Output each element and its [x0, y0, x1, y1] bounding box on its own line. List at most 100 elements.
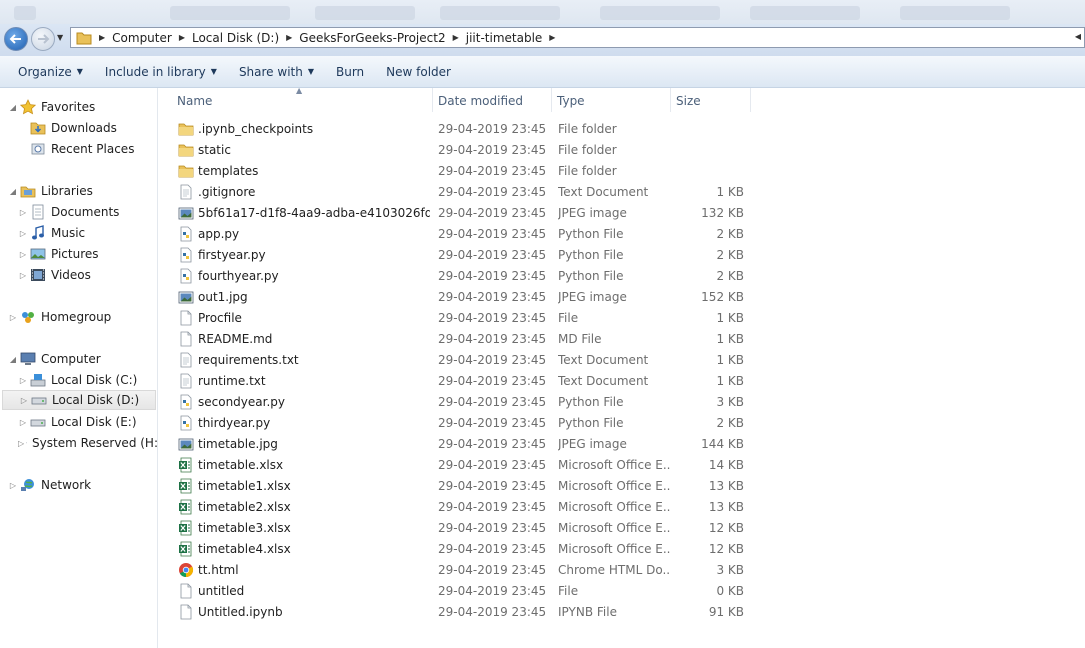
file-row[interactable]: thirdyear.py 29-04-2019 23:45 Python File 2… [160, 413, 760, 434]
include-in-library-button[interactable]: Include in library ▼ [94, 65, 228, 79]
file-row[interactable]: 5bf61a17-d1f8-4aa9-adba-e4103026fdae.j..… [160, 203, 760, 224]
file-row[interactable]: timetable2.xlsx 29-04-2019 23:45 Microsoft… [160, 497, 760, 518]
nav-documents[interactable]: ▷ Documents [18, 202, 119, 222]
file-row[interactable]: app.py 29-04-2019 23:45 Python File 2 KB [160, 224, 760, 245]
column-header-type-label: Type [557, 94, 585, 108]
file-type: Text Document [558, 185, 649, 199]
text-file-icon [180, 373, 192, 389]
file-list[interactable]: Name ▲ Date modified Type Size .ipynb_ch… [160, 86, 1085, 648]
expand-arrow-icon[interactable]: ▷ [18, 376, 28, 385]
expand-arrow-icon[interactable]: ▷ [18, 208, 28, 217]
file-row[interactable]: timetable3.xlsx 29-04-2019 23:45 Microsoft… [160, 518, 760, 539]
nav-local-disk-d[interactable]: ▷ Local Disk (D:) [2, 390, 156, 410]
file-date: 29-04-2019 23:45 [438, 416, 547, 430]
blank-file-icon [180, 331, 192, 347]
file-name: static [198, 143, 231, 157]
nav-network[interactable]: ▷ Network [8, 475, 91, 495]
column-header-size[interactable]: Size [671, 88, 751, 112]
recent-pages-dropdown[interactable]: ▼ [57, 33, 67, 43]
excel-file-icon [179, 499, 192, 515]
file-row[interactable]: firstyear.py 29-04-2019 23:45 Python File 2… [160, 245, 760, 266]
file-row[interactable]: templates 29-04-2019 23:45 File folder [160, 161, 760, 182]
file-row[interactable]: untitled 29-04-2019 23:45 File 0 KB [160, 581, 760, 602]
file-type: Text Document [558, 353, 649, 367]
file-row[interactable]: timetable.xlsx 29-04-2019 23:45 Microsoft … [160, 455, 760, 476]
forward-button[interactable] [31, 27, 55, 51]
back-button[interactable] [4, 27, 28, 51]
file-name: 5bf61a17-d1f8-4aa9-adba-e4103026fdae.j..… [198, 206, 430, 220]
file-row[interactable]: static 29-04-2019 23:45 File folder [160, 140, 760, 161]
share-with-button[interactable]: Share with ▼ [228, 65, 325, 79]
breadcrumb-computer[interactable]: Computer [112, 31, 172, 45]
file-date: 29-04-2019 23:45 [438, 605, 547, 619]
file-name: timetable.xlsx [198, 458, 284, 472]
address-box[interactable]: ▶ Computer ▶ Local Disk (D:) ▶ GeeksForG… [70, 27, 1085, 48]
file-row[interactable]: README.md 29-04-2019 23:45 MD File 1 KB [160, 329, 760, 350]
browser-tab-strip [0, 0, 1085, 24]
column-headers: Name ▲ Date modified Type Size [160, 86, 760, 112]
file-row[interactable]: .gitignore 29-04-2019 23:45 Text Document 1… [160, 182, 760, 203]
nav-downloads[interactable]: Downloads [18, 118, 117, 138]
expand-arrow-icon[interactable]: ▷ [8, 313, 18, 322]
nav-homegroup[interactable]: ▷ Homegroup [8, 307, 111, 327]
navigation-pane[interactable]: ◢ Favorites Downloads Recent Places ◢ Li… [0, 88, 158, 648]
nav-system-reserved[interactable]: ▷ System Reserved (H: [18, 433, 158, 453]
expand-arrow-icon[interactable]: ▷ [18, 250, 28, 259]
file-type: Python File [558, 269, 624, 283]
expand-arrow-icon[interactable]: ◢ [8, 187, 18, 196]
nav-libraries[interactable]: ◢ Libraries [8, 181, 93, 201]
chevron-down-icon: ▼ [76, 67, 83, 76]
expand-arrow-icon[interactable]: ▷ [18, 418, 28, 427]
column-header-type[interactable]: Type [552, 88, 671, 112]
address-dropdown-icon[interactable]: ◀ [1075, 32, 1081, 41]
nav-videos[interactable]: ▷ Videos [18, 265, 91, 285]
file-row[interactable]: Procfile 29-04-2019 23:45 File 1 KB [160, 308, 760, 329]
file-row[interactable]: Untitled.ipynb 29-04-2019 23:45 IPYNB File… [160, 602, 760, 623]
blank-file-icon [180, 583, 192, 599]
nav-recent-places[interactable]: Recent Places [18, 139, 134, 159]
file-name: .gitignore [198, 185, 256, 199]
file-date: 29-04-2019 23:45 [438, 311, 547, 325]
excel-file-icon [179, 520, 192, 536]
nav-computer[interactable]: ◢ Computer [8, 349, 101, 369]
nav-local-disk-e[interactable]: ▷ Local Disk (E:) [18, 412, 137, 432]
expand-arrow-icon[interactable]: ▷ [8, 481, 18, 490]
nav-music[interactable]: ▷ Music [18, 223, 85, 243]
file-row[interactable]: .ipynb_checkpoints 29-04-2019 23:45 File f… [160, 119, 760, 140]
file-row[interactable]: timetable.jpg 29-04-2019 23:45 JPEG image 1… [160, 434, 760, 455]
nav-local-disk-c[interactable]: ▷ Local Disk (C:) [18, 370, 137, 390]
breadcrumb-project[interactable]: GeeksForGeeks-Project2 [299, 31, 445, 45]
file-row[interactable]: runtime.txt 29-04-2019 23:45 Text Document… [160, 371, 760, 392]
breadcrumb-separator[interactable]: ▶ [179, 33, 185, 42]
file-date: 29-04-2019 23:45 [438, 479, 547, 493]
column-header-date[interactable]: Date modified [433, 88, 552, 112]
breadcrumb-separator[interactable]: ▶ [549, 33, 555, 42]
file-size: 0 KB [716, 584, 744, 598]
organize-button[interactable]: Organize ▼ [7, 65, 94, 79]
burn-button[interactable]: Burn [325, 65, 375, 79]
expand-arrow-icon[interactable]: ▷ [18, 271, 28, 280]
nav-pictures[interactable]: ▷ Pictures [18, 244, 99, 264]
image-file-icon [178, 291, 194, 304]
file-row[interactable]: timetable4.xlsx 29-04-2019 23:45 Microsoft… [160, 539, 760, 560]
nav-favorites[interactable]: ◢ Favorites [8, 97, 95, 117]
expand-arrow-icon[interactable]: ▷ [18, 229, 28, 238]
file-row[interactable]: out1.jpg 29-04-2019 23:45 JPEG image 152 KB [160, 287, 760, 308]
column-header-name[interactable]: Name [172, 88, 433, 112]
breadcrumb-separator[interactable]: ▶ [453, 33, 459, 42]
nav-recent-places-label: Recent Places [51, 142, 135, 156]
file-row[interactable]: tt.html 29-04-2019 23:45 Chrome HTML Do...… [160, 560, 760, 581]
expand-arrow-icon[interactable]: ▷ [18, 439, 24, 448]
file-row[interactable]: timetable1.xlsx 29-04-2019 23:45 Microsoft… [160, 476, 760, 497]
file-row[interactable]: requirements.txt 29-04-2019 23:45 Text Doc… [160, 350, 760, 371]
breadcrumb-local-disk-d[interactable]: Local Disk (D:) [192, 31, 279, 45]
file-row[interactable]: fourthyear.py 29-04-2019 23:45 Python File… [160, 266, 760, 287]
breadcrumb-separator[interactable]: ▶ [99, 33, 105, 42]
file-row[interactable]: secondyear.py 29-04-2019 23:45 Python File… [160, 392, 760, 413]
expand-arrow-icon[interactable]: ◢ [8, 355, 18, 364]
expand-arrow-icon[interactable]: ▷ [19, 396, 29, 405]
breadcrumb-separator[interactable]: ▶ [286, 33, 292, 42]
expand-arrow-icon[interactable]: ◢ [8, 103, 18, 112]
new-folder-button[interactable]: New folder [375, 65, 462, 79]
breadcrumb-current-folder[interactable]: jiit-timetable [466, 31, 543, 45]
